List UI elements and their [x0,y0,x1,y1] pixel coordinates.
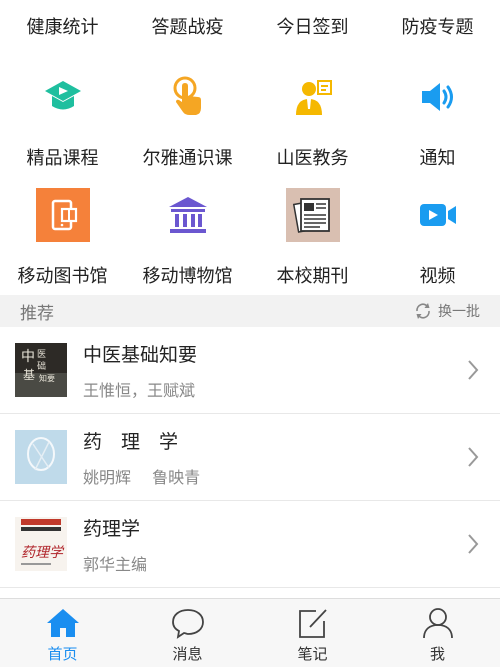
list-item[interactable]: 中 医 础 基 知要 中医基础知要 王惟恒，王赋斌 [0,327,500,414]
newspaper-icon [285,188,340,242]
mobile-library-icon [35,188,90,242]
chevron-right-icon [468,360,479,380]
bottom-tab-bar: 首页 消息 笔记 我 [0,598,500,667]
svg-text:中: 中 [21,349,35,365]
app-label: 本校期刊 [276,266,349,287]
app-label: 视频 [419,266,456,287]
museum-icon [161,188,215,242]
book-title: 中医基础知要 [83,343,198,366]
list-item[interactable]: 药理学 药理学 郭华主编 [0,501,500,588]
top-link-health-stats[interactable]: 健康统计 [0,0,125,52]
app-mobile-library[interactable]: 移动图书馆 [0,188,125,288]
svg-text:知要: 知要 [39,373,55,383]
book-cover-3: 药理学 [15,517,67,571]
video-camera-icon [411,188,465,242]
app-label: 通知 [419,148,456,169]
book-title: 药理学 [83,517,141,540]
tab-label: 我 [429,645,445,663]
app-erya-courses[interactable]: 尔雅通识课 [125,70,250,170]
top-link-label: 健康统计 [26,17,99,38]
refresh-label: 换一批 [438,304,480,320]
top-link-label: 防疫专题 [401,17,474,38]
app-mobile-museum[interactable]: 移动博物馆 [125,188,250,288]
app-label: 尔雅通识课 [142,148,233,169]
app-video[interactable]: 视频 [375,188,500,288]
app-grid-row-1: 精品课程 尔雅通识课 山医教务 通知 [0,70,500,170]
app-notice[interactable]: 通知 [375,70,500,170]
refresh-icon [416,303,430,319]
recommend-list: 中 医 础 基 知要 中医基础知要 王惟恒，王赋斌 药 理 学 姚明辉 鲁映青 … [0,327,500,588]
tap-hand-icon [161,70,215,124]
chevron-right-icon [468,534,479,554]
tab-me[interactable]: 我 [375,599,500,667]
app-label: 精品课程 [26,148,99,169]
tab-notes[interactable]: 笔记 [250,599,375,667]
speaker-icon [411,70,465,124]
top-link-label: 答题战疫 [151,17,224,38]
list-item[interactable]: 药 理 学 姚明辉 鲁映青 [0,414,500,501]
book-authors: 姚明辉 鲁映青 [83,467,201,487]
book-cover-1: 中 医 础 基 知要 [15,343,67,397]
tab-label: 首页 [47,645,78,663]
book-cover-2 [15,430,67,484]
top-link-quiz[interactable]: 答题战疫 [125,0,250,52]
app-label: 移动博物馆 [142,266,233,287]
app-quality-courses[interactable]: 精品课程 [0,70,125,170]
teacher-icon [286,70,340,124]
refresh-button[interactable]: 换一批 [414,301,480,321]
svg-text:础: 础 [37,360,46,372]
tab-home[interactable]: 首页 [0,599,125,667]
svg-text:基: 基 [23,368,35,382]
book-authors: 郭华主编 [83,554,148,574]
svg-text:医: 医 [37,349,46,360]
top-link-epidemic[interactable]: 防疫专题 [375,0,500,52]
recommend-title: 推荐 [20,303,54,324]
graduation-play-icon [36,70,90,124]
top-link-checkin[interactable]: 今日签到 [250,0,375,52]
app-grid-row-2: 移动图书馆 移动博物馆 本校期刊 视频 [0,188,500,288]
app-label: 山医教务 [276,148,349,169]
app-academic-affairs[interactable]: 山医教务 [250,70,375,170]
home-icon [46,609,79,637]
person-icon [422,608,453,639]
app-label: 移动图书馆 [17,266,108,287]
chevron-right-icon [468,447,479,467]
app-school-journal[interactable]: 本校期刊 [250,188,375,288]
tab-messages[interactable]: 消息 [125,599,250,667]
svg-text:药理学: 药理学 [21,545,65,561]
book-title: 药 理 学 [83,430,179,453]
edit-note-icon [298,609,327,638]
top-links: 健康统计 答题战疫 今日签到 防疫专题 [0,0,500,52]
book-authors: 王惟恒，王赋斌 [83,380,196,400]
tab-label: 笔记 [297,645,328,663]
recommend-header: 推荐 换一批 [0,295,500,327]
tab-label: 消息 [172,645,203,663]
top-link-label: 今日签到 [276,17,349,38]
chat-bubble-icon [171,609,204,639]
